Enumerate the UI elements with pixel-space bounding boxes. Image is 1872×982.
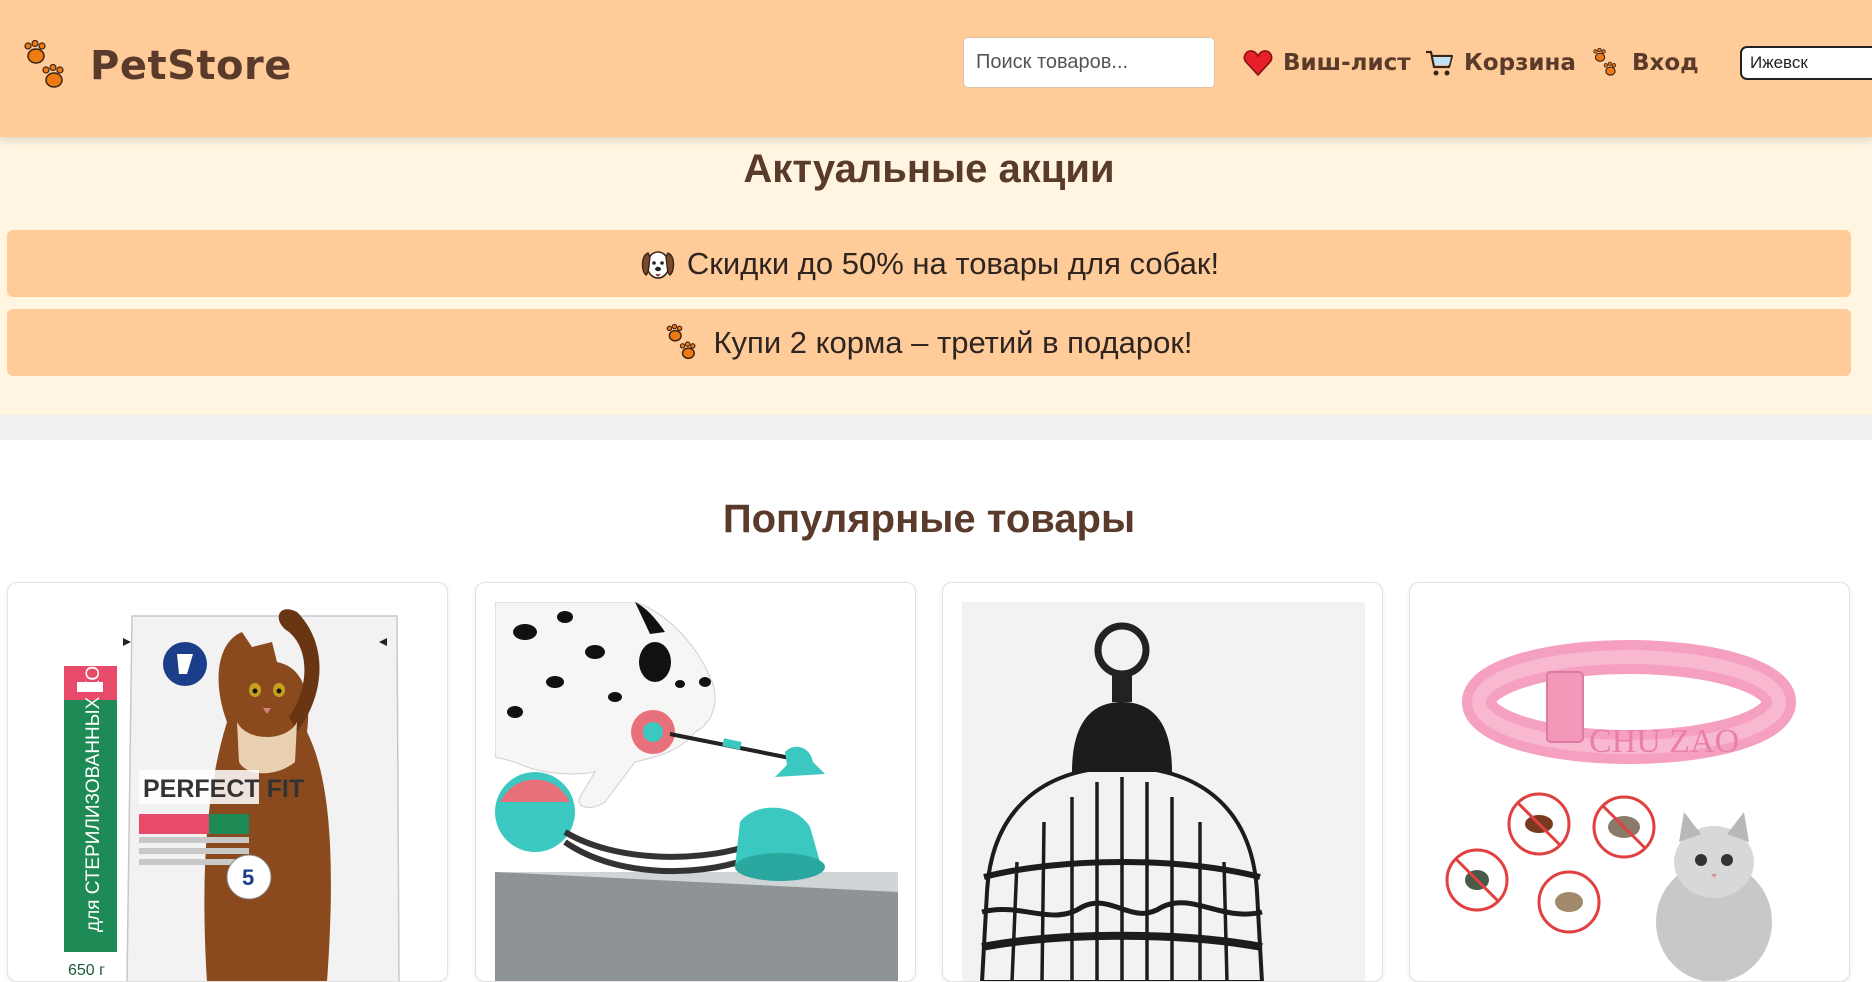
heart-icon: [1243, 48, 1273, 78]
logo[interactable]: PetStore: [22, 39, 292, 92]
login-label: Вход: [1632, 50, 1699, 76]
product-card[interactable]: [475, 582, 916, 982]
promo-banner-food[interactable]: Купи 2 корма – третий в подарок!: [7, 309, 1851, 376]
promo-section: Актуальные акции Скидки до 50% на товары…: [0, 137, 1872, 415]
login-link[interactable]: Вход: [1592, 44, 1699, 82]
cart-label: Корзина: [1464, 50, 1576, 76]
dog-toy-image[interactable]: [495, 602, 898, 981]
site-header: PetStore Виш-лист Корзина: [0, 0, 1872, 137]
paw-icon: [1592, 47, 1622, 78]
product-card[interactable]: [942, 582, 1383, 982]
cart-icon: [1424, 48, 1454, 78]
section-divider: [0, 415, 1872, 440]
popular-title: Популярные товары: [722, 497, 1136, 541]
pack-badge: 5: [242, 865, 254, 890]
city-select[interactable]: Ижевск: [1740, 46, 1872, 80]
pack-weight: 650 г: [68, 962, 105, 979]
paw-icon: [22, 39, 74, 92]
wishlist-link[interactable]: Виш-лист: [1243, 44, 1411, 82]
search-input[interactable]: [963, 37, 1215, 88]
cart-link[interactable]: Корзина: [1424, 44, 1576, 82]
promo-banner-text: Скидки до 50% на товары для собак!: [686, 245, 1220, 281]
pack-brand: PERFECT FIT: [143, 775, 304, 803]
promo-banner-dogs[interactable]: Скидки до 50% на товары для собак!: [7, 230, 1851, 297]
promo-title: Актуальные акции: [743, 147, 1115, 191]
logo-text: PetStore: [90, 43, 292, 89]
cat-food-pack-image[interactable]: для СТЕРИЛИЗОВАННЫХ КОШЕК 650 г PERFECT …: [27, 602, 430, 981]
product-card[interactable]: для СТЕРИЛИЗОВАННЫХ КОШЕК 650 г PERFECT …: [7, 582, 448, 982]
city-value: Ижевск: [1750, 53, 1808, 72]
pack-side-text: для СТЕРИЛИЗОВАННЫХ КОШЕК: [83, 625, 104, 932]
flea-collar-image[interactable]: CHU ZAO: [1429, 602, 1832, 981]
product-card[interactable]: CHU ZAO: [1409, 582, 1850, 982]
dog-icon: [639, 245, 677, 283]
promo-banner-text: Купи 2 корма – третий в подарок!: [713, 324, 1193, 360]
collar-text: CHU ZAO: [1589, 723, 1739, 760]
wishlist-label: Виш-лист: [1283, 50, 1411, 76]
bird-cage-image[interactable]: [962, 602, 1365, 981]
paw-icon: [665, 323, 703, 362]
